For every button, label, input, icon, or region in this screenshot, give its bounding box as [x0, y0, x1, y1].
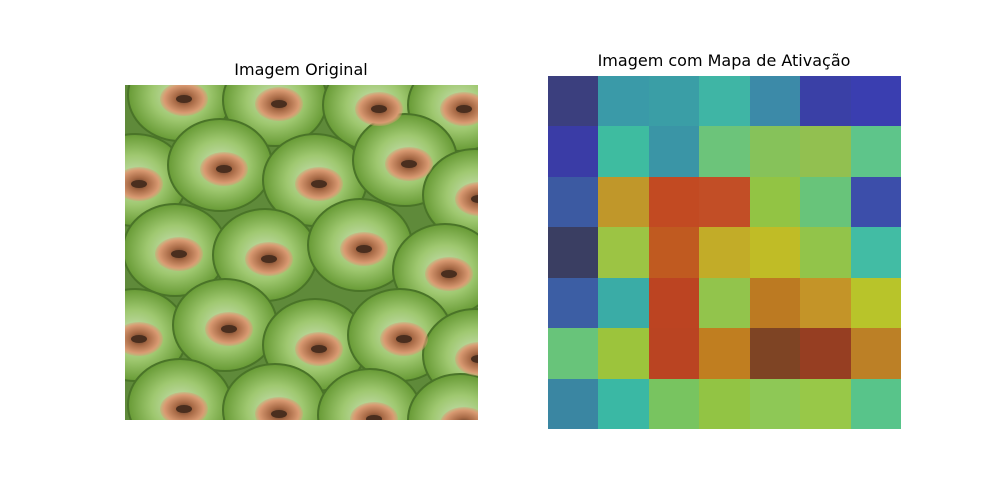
heatmap-cell: [699, 378, 750, 429]
heatmap-cell: [749, 176, 801, 228]
heatmap-cell: [800, 277, 851, 329]
heatmap-cell: [850, 76, 901, 127]
heatmap-cell: [548, 328, 599, 379]
heatmap-cell: [800, 126, 851, 177]
heatmap-cell: [598, 277, 649, 329]
heatmap-cell: [648, 378, 700, 429]
heatmap-cell: [800, 176, 851, 228]
heatmap-cell: [648, 176, 700, 228]
heatmap-cell: [699, 227, 750, 278]
heatmap-cell: [800, 227, 851, 278]
heatmap-cell: [800, 76, 851, 127]
heatmap-cell: [598, 328, 649, 379]
heatmap-cell: [548, 176, 599, 228]
heatmap-cell: [648, 277, 700, 329]
heatmap-cell: [648, 328, 700, 379]
original-image: [125, 85, 478, 420]
heatmap-cell: [548, 227, 599, 278]
heatmap-cell: [548, 277, 599, 329]
heatmap-cell: [648, 76, 700, 127]
heatmap-cell: [699, 76, 750, 127]
heatmap-cell: [598, 126, 649, 177]
heatmap-cell: [800, 378, 851, 429]
heatmap-cell: [548, 126, 599, 177]
heatmap-cell: [598, 176, 649, 228]
heatmap-cell: [800, 328, 851, 379]
activation-heatmap: [548, 76, 901, 429]
heatmap-cell: [699, 126, 750, 177]
heatmap-cell: [850, 227, 901, 278]
original-image-title: Imagem Original: [234, 60, 368, 79]
heatmap-cell: [749, 277, 801, 329]
heatmap-cell: [699, 176, 750, 228]
heatmap-cell: [699, 277, 750, 329]
heatmap-title: Imagem com Mapa de Ativação: [597, 51, 851, 70]
heatmap-cell: [598, 76, 649, 127]
heatmap-cell: [548, 378, 599, 429]
heatmap-cell: [749, 328, 801, 379]
heatmap-cell: [749, 227, 801, 278]
heatmap-cell: [598, 227, 649, 278]
heatmap-cell: [699, 328, 750, 379]
heatmap-cell: [749, 126, 801, 177]
heatmap-cell: [850, 176, 901, 228]
heatmap-cell: [749, 378, 801, 429]
heatmap-cell: [648, 126, 700, 177]
heatmap-cell: [548, 76, 599, 127]
heatmap-cell: [648, 227, 700, 278]
heatmap-cell: [850, 378, 901, 429]
heatmap-cell: [598, 378, 649, 429]
heatmap-cell: [850, 277, 901, 329]
heatmap-cell: [749, 76, 801, 127]
heatmap-cell: [850, 126, 901, 177]
heatmap-cell: [850, 328, 901, 379]
